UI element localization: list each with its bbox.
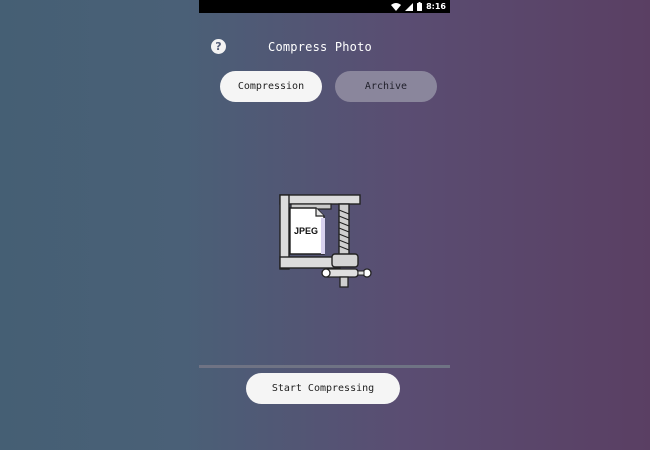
wifi-icon — [391, 2, 402, 11]
tab-compression[interactable]: Compression — [220, 71, 322, 102]
status-bar: 8:16 — [199, 0, 450, 13]
clamp-compress-icon: JPEG — [279, 194, 372, 288]
status-icons: 8:16 — [391, 0, 446, 13]
tab-archive[interactable]: Archive — [335, 71, 437, 102]
page-title: Compress Photo — [268, 40, 372, 54]
divider — [199, 365, 450, 368]
file-type-label: JPEG — [294, 226, 318, 236]
status-time: 8:16 — [426, 2, 446, 11]
compress-illustration: JPEG — [276, 192, 376, 292]
battery-icon — [417, 2, 423, 11]
signal-icon — [405, 2, 414, 11]
start-compressing-button[interactable]: Start Compressing — [246, 373, 400, 404]
help-icon[interactable]: ? — [211, 39, 226, 54]
